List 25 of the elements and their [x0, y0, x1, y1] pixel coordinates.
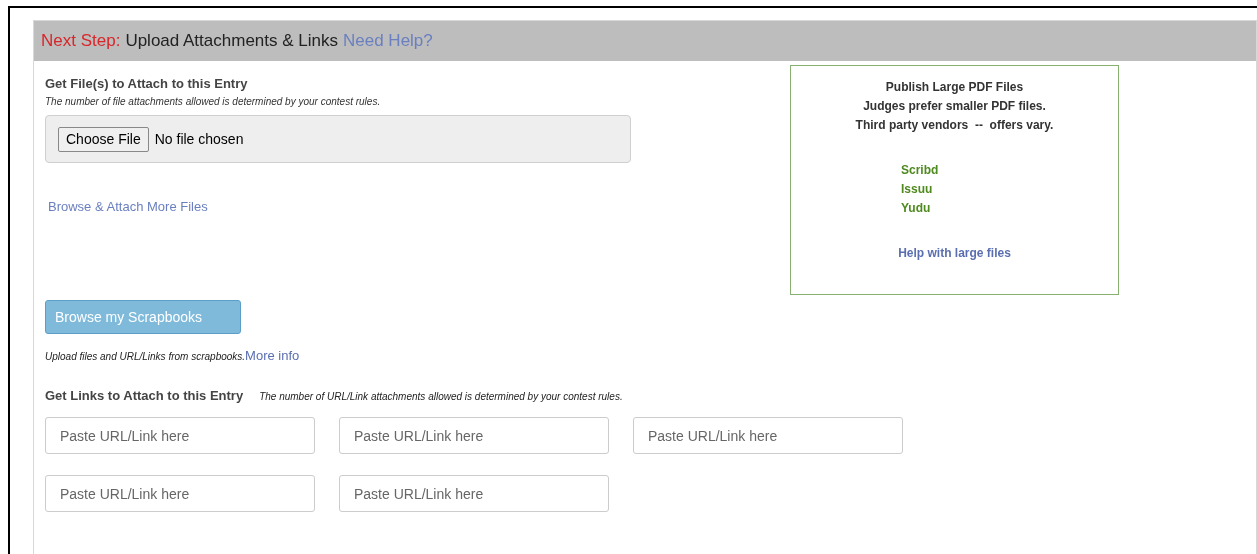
section-heading: Get File(s) to Attach to this Entry: [45, 75, 249, 93]
large-files-help-link[interactable]: Help with large files: [898, 244, 1011, 262]
url-input-field[interactable]: Paste URL/Link here: [633, 417, 903, 454]
scrapbooks-note: Upload files and URL/Links from scrapbooks.: [45, 350, 246, 364]
vendor-link[interactable]: Issuu: [901, 180, 933, 199]
url-input-field[interactable]: Paste URL/Link here: [339, 475, 609, 512]
choose-file-button[interactable]: Choose File: [58, 126, 149, 152]
url-input-field[interactable]: Paste URL/Link here: [45, 417, 315, 454]
url-input-field[interactable]: Paste URL/Link here: [339, 417, 609, 454]
vendor-link[interactable]: Scribd: [901, 161, 939, 180]
more-info-link[interactable]: More info: [245, 346, 300, 366]
section-note: The number of file attachments allowed is determined by your contest rules.: [45, 95, 382, 109]
step-label: Next Step:: [41, 30, 121, 53]
panel-text: Judges prefer smaller PDF files.: [863, 98, 1046, 115]
file-status: No file chosen: [154, 129, 244, 149]
url-input-field[interactable]: Paste URL/Link here: [45, 475, 315, 512]
scrapbooks-button[interactable]: Browse my Scrapbooks: [45, 300, 241, 334]
panel-text: Third party vendors -- offers vary.: [855, 117, 1054, 134]
header-title: Upload Attachments & Links: [125, 30, 338, 53]
section-heading: Get Links to Attach to this Entry: [45, 386, 244, 405]
attach-more-link[interactable]: Browse & Attach More Files: [48, 197, 208, 217]
file-input-field[interactable]: Choose File No file chosen: [45, 115, 631, 163]
vendor-link[interactable]: Yudu: [901, 199, 931, 218]
panel-title: Publish Large PDF Files: [885, 79, 1024, 96]
section-note: The number of URL/Link attachments allowed is determined by your contest rules.: [259, 389, 623, 404]
